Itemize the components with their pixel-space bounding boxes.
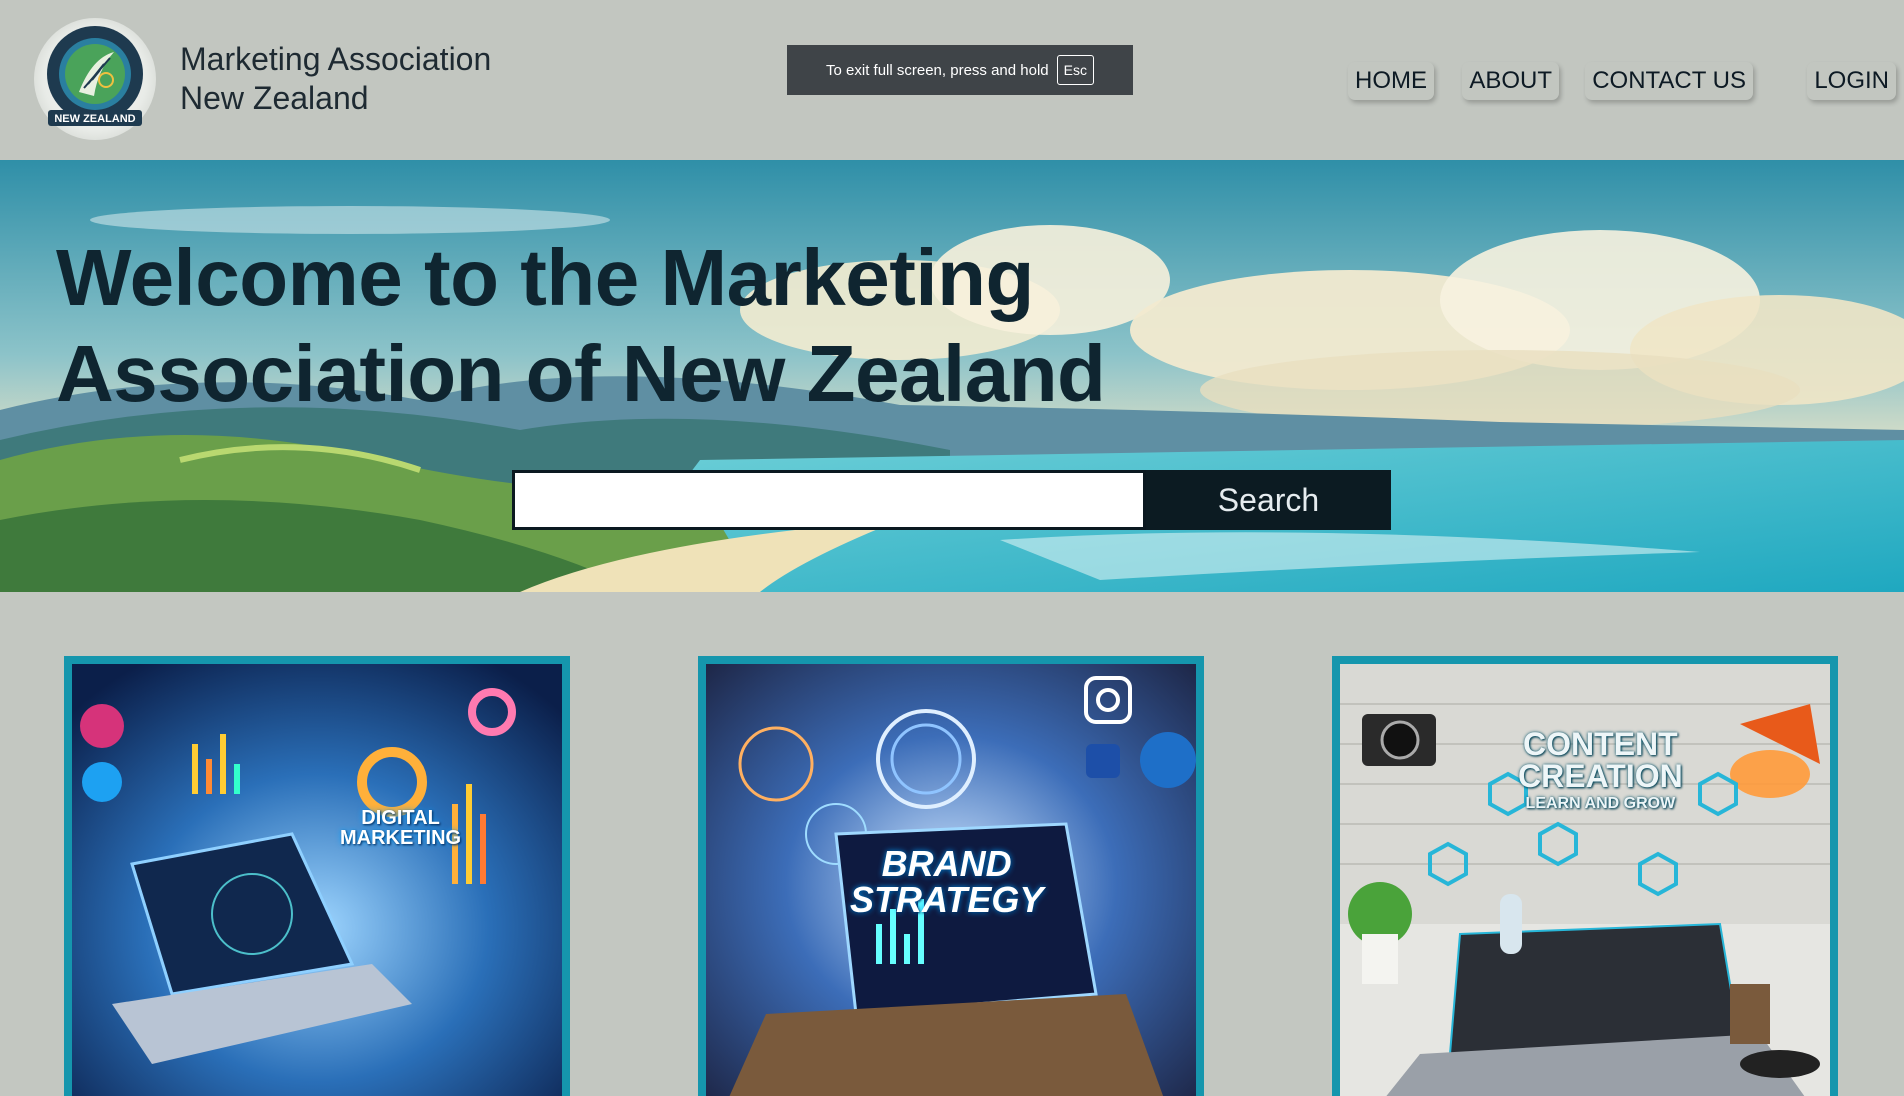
search-button[interactable]: Search	[1146, 470, 1391, 530]
association-logo[interactable]: NEW ZEALAND	[34, 18, 156, 140]
logo-text: NEW ZEALAND	[54, 113, 135, 125]
nav-about-button[interactable]: ABOUT	[1462, 62, 1559, 100]
hero-heading: Welcome to the Marketing Association of …	[56, 233, 1106, 418]
card-content-creation[interactable]: CONTENT CREATION LEARN AND GROW	[1332, 656, 1838, 1096]
card-3-label: CONTENT CREATION LEARN AND GROW	[1518, 726, 1683, 812]
digital-marketing-image	[72, 664, 562, 1096]
nav-login-button[interactable]: LOGIN	[1807, 62, 1896, 100]
hero-banner: Welcome to the Marketing Association of …	[0, 160, 1904, 592]
search-input[interactable]	[512, 470, 1146, 530]
fullscreen-exit-notice: To exit full screen, press and hold Esc	[787, 45, 1133, 95]
site-title-line-1: Marketing Association	[180, 41, 492, 77]
site-header: NEW ZEALAND Marketing Association New Ze…	[0, 0, 1904, 160]
fullscreen-notice-text: To exit full screen, press and hold	[826, 61, 1049, 79]
esc-key-badge: Esc	[1056, 55, 1094, 85]
card-brand-strategy[interactable]: BRAND STRATEGY	[698, 656, 1204, 1096]
site-title[interactable]: Marketing Association New Zealand	[180, 40, 540, 118]
card-1-label: DIGITAL MARKETING	[340, 807, 462, 849]
card-digital-marketing[interactable]: DIGITAL MARKETING	[64, 656, 570, 1096]
site-title-line-2: New Zealand	[180, 80, 369, 116]
nav-home-button[interactable]: HOME	[1348, 62, 1434, 100]
nav-contact-us-button[interactable]: CONTACT US	[1585, 62, 1753, 100]
card-2-label: BRAND STRATEGY	[850, 843, 1044, 920]
